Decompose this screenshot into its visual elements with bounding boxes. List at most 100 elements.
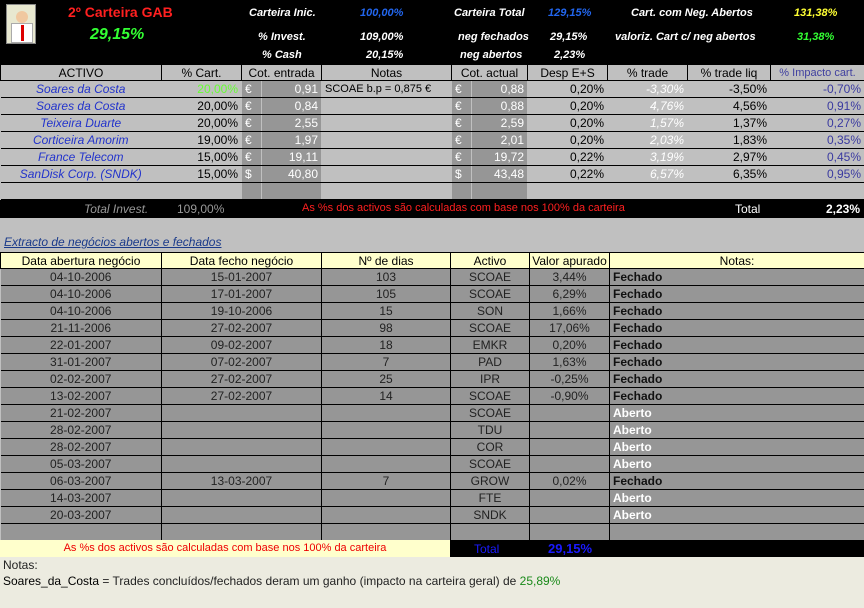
notes-text: = Trades concluídos/fechados deram um ga… bbox=[99, 574, 520, 588]
trade-row: 31-01-2007 07-02-2007 7 PAD 1,63% Fechado bbox=[0, 353, 864, 371]
trade-liq-pct: 2,97% bbox=[687, 148, 772, 166]
notes-value: 25,89% bbox=[519, 574, 561, 588]
trade-pct: -3,30% bbox=[607, 80, 689, 98]
close-date bbox=[161, 506, 322, 524]
trade-row: 05-03-2007 SCOAE Aberto bbox=[0, 455, 864, 473]
result bbox=[529, 404, 610, 422]
portfolio-title: 2º Carteira GAB bbox=[68, 4, 173, 20]
notes bbox=[321, 182, 453, 200]
impact-pct: 0,27% bbox=[770, 114, 864, 132]
trade-pct: 4,76% bbox=[607, 97, 689, 115]
entry-price: 0,91 bbox=[261, 80, 323, 98]
asset-name: Soares da Costa bbox=[0, 97, 162, 115]
entry-price: 19,11 bbox=[261, 148, 323, 166]
label: % Cash bbox=[262, 49, 302, 61]
asset: SNDK bbox=[450, 506, 530, 524]
value: 20,15% bbox=[366, 49, 404, 61]
close-date bbox=[161, 523, 322, 541]
fees: 0,22% bbox=[527, 148, 609, 166]
trade-row bbox=[0, 523, 864, 541]
column-header: ACTIVO bbox=[0, 64, 162, 81]
column-header: Notas bbox=[321, 64, 453, 81]
days bbox=[321, 438, 451, 456]
days bbox=[321, 421, 451, 439]
notes bbox=[321, 114, 453, 132]
trade-pct: 3,19% bbox=[607, 148, 689, 166]
column-header: Activo bbox=[450, 252, 530, 269]
days bbox=[321, 404, 451, 422]
result bbox=[529, 523, 610, 541]
portfolio-return: 29,15% bbox=[90, 26, 145, 43]
trade-row: 04-10-2006 15-01-2007 103 SCOAE 3,44% Fechado bbox=[0, 268, 864, 286]
result bbox=[529, 421, 610, 439]
days: 18 bbox=[321, 336, 451, 354]
days bbox=[321, 489, 451, 507]
actual-currency bbox=[451, 182, 473, 200]
value: 109,00% bbox=[360, 31, 404, 43]
result bbox=[529, 438, 610, 456]
result: 3,44% bbox=[529, 268, 610, 286]
trade-liq-pct: -3,50% bbox=[687, 80, 772, 98]
open-date: 20-03-2007 bbox=[0, 506, 162, 524]
actual-currency: € bbox=[451, 131, 473, 149]
asset: SCOAE bbox=[450, 387, 530, 405]
actual-price: 19,72 bbox=[471, 148, 529, 166]
days bbox=[321, 506, 451, 524]
status: Aberto bbox=[609, 455, 864, 473]
asset: GROW bbox=[450, 472, 530, 490]
close-date: 17-01-2007 bbox=[161, 285, 322, 303]
fees: 0,20% bbox=[527, 131, 609, 149]
trade-row: 13-02-2007 27-02-2007 14 SCOAE -0,90% Fechado bbox=[0, 387, 864, 405]
result: 6,29% bbox=[529, 285, 610, 303]
fees: 0,20% bbox=[527, 114, 609, 132]
positions-table: ACTIVO% Cart. Cot. entrada Notas Cot. actua… bbox=[0, 64, 864, 200]
status: Fechado bbox=[609, 370, 864, 388]
days: 14 bbox=[321, 387, 451, 405]
days bbox=[321, 523, 451, 541]
value: 2,23% bbox=[554, 49, 586, 61]
notes: SCOAE b.p = 0,875 € bbox=[321, 80, 453, 98]
status: Fechado bbox=[609, 285, 864, 303]
position-row: Soares da Costa 20,00% €0,91 SCOAE b.p = 0,… bbox=[0, 80, 864, 98]
value: 31,38% bbox=[797, 31, 835, 43]
trade-row: 02-02-2007 27-02-2007 25 IPR -0,25% Fechado bbox=[0, 370, 864, 388]
open-date: 02-02-2007 bbox=[0, 370, 162, 388]
result: 1,66% bbox=[529, 302, 610, 320]
column-header: Data abertura negócio bbox=[0, 252, 162, 269]
column-header: Notas: bbox=[609, 252, 864, 269]
open-date: 28-02-2007 bbox=[0, 438, 162, 456]
status: Aberto bbox=[609, 489, 864, 507]
notes bbox=[321, 97, 453, 115]
open-date: 31-01-2007 bbox=[0, 353, 162, 371]
close-date bbox=[161, 438, 322, 456]
label: Carteira Total bbox=[454, 7, 525, 19]
open-date: 05-03-2007 bbox=[0, 455, 162, 473]
open-date: 13-02-2007 bbox=[0, 387, 162, 405]
trade-pct: 6,57% bbox=[607, 165, 689, 183]
close-date: 27-02-2007 bbox=[161, 319, 322, 337]
portfolio-header: 2º Carteira GAB 29,15% Carteira Inic. 10… bbox=[0, 0, 864, 64]
open-date: 22-01-2007 bbox=[0, 336, 162, 354]
column-header: Desp E+S bbox=[527, 64, 609, 81]
asset-name: France Telecom bbox=[0, 148, 162, 166]
days: 103 bbox=[321, 268, 451, 286]
entry-price: 40,80 bbox=[261, 165, 323, 183]
asset: SCOAE bbox=[450, 319, 530, 337]
asset bbox=[450, 523, 530, 541]
impact-pct: -0,70% bbox=[770, 80, 864, 98]
entry-price: 0,84 bbox=[261, 97, 323, 115]
asset: IPR bbox=[450, 370, 530, 388]
open-date: 04-10-2006 bbox=[0, 302, 162, 320]
column-header: % trade bbox=[607, 64, 689, 81]
trades-note: As %s dos activos são calculadas com bas… bbox=[0, 540, 450, 557]
trade-row: 22-01-2007 09-02-2007 18 EMKR 0,20% Fechado bbox=[0, 336, 864, 354]
positions-total-row: Total Invest. 109,00% As %s dos activos … bbox=[0, 200, 864, 218]
column-header: Valor apurado bbox=[529, 252, 610, 269]
status: Aberto bbox=[609, 438, 864, 456]
column-header: % Cart. bbox=[161, 64, 242, 81]
trades-total-value: 29,15% bbox=[548, 541, 593, 556]
actual-currency: € bbox=[451, 80, 473, 98]
fees: 0,22% bbox=[527, 165, 609, 183]
status: Fechado bbox=[609, 302, 864, 320]
cart-pct: 20,00% bbox=[161, 80, 242, 98]
